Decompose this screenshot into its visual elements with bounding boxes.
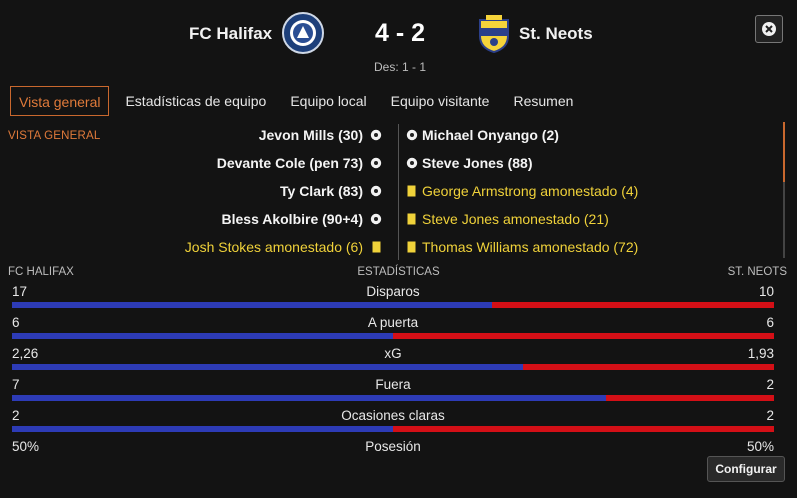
stats-away-label: ST. NEOTS: [727, 266, 787, 278]
stat-bar: [12, 426, 774, 432]
stat-label: Disparos: [366, 284, 420, 299]
stat-bar: [12, 364, 774, 370]
stat-label: A puerta: [367, 315, 419, 330]
stat-away-value: 2: [766, 408, 774, 423]
yellow-card-icon: [372, 241, 381, 253]
ball-icon: [370, 129, 382, 141]
stat-away-value: 2: [766, 377, 774, 392]
yellow-card-icon: [407, 185, 416, 197]
tab-team-stats[interactable]: Estadísticas de equipo: [117, 86, 274, 116]
away-event-goal: Steve Jones (88): [422, 155, 533, 171]
away-team-badge-icon: [476, 14, 512, 59]
stat-bar: [12, 302, 774, 308]
stat-bar-away: [393, 333, 774, 339]
ball-icon: [406, 157, 418, 169]
home-event-goal: Jevon Mills (30): [258, 127, 363, 143]
halftime-score: Des: 1 - 1: [373, 60, 427, 74]
close-icon: [762, 22, 776, 36]
stats-title: ESTADÍSTICAS: [357, 266, 440, 278]
away-team-name[interactable]: St. Neots: [519, 24, 593, 44]
yellow-card-icon: [407, 241, 416, 253]
yellow-card-icon: [407, 213, 416, 225]
ball-icon: [370, 157, 382, 169]
stat-row-xg: 2,26 xG 1,93: [12, 346, 774, 374]
stat-label: Fuera: [375, 377, 411, 392]
stat-row-off-target: 7 Fuera 2: [12, 377, 774, 405]
stat-bar-home: [12, 364, 523, 370]
configure-button[interactable]: Configurar: [707, 456, 785, 482]
away-event-goal: Michael Onyango (2): [422, 127, 559, 143]
close-button[interactable]: [755, 15, 783, 43]
stat-label: xG: [384, 346, 402, 361]
stat-row-shots: 17 Disparos 10: [12, 284, 774, 312]
stat-bar-away: [393, 426, 774, 432]
ball-icon: [370, 185, 382, 197]
ball-icon: [370, 213, 382, 225]
stat-bar-away: [523, 364, 774, 370]
stat-away-value: 1,93: [747, 346, 774, 361]
tab-overview[interactable]: Vista general: [10, 86, 110, 116]
stat-away-value: 10: [758, 284, 774, 299]
away-event-card: George Armstrong amonestado (4): [422, 183, 639, 199]
home-team-badge-icon: [282, 12, 324, 59]
stat-away-value: 50%: [746, 439, 774, 454]
match-score: 4 - 2: [374, 19, 426, 47]
section-title: VISTA GENERAL: [8, 130, 101, 142]
home-event-goal: Ty Clark (83): [280, 183, 363, 199]
home-event-goal: Devante Cole (pen 73): [216, 155, 363, 171]
stat-bar-home: [12, 333, 393, 339]
stat-label: Posesión: [365, 439, 421, 454]
tab-home-team[interactable]: Equipo local: [282, 86, 374, 116]
ball-icon: [406, 129, 418, 141]
stat-bar-away: [606, 395, 774, 401]
home-event-goal: Bless Akolbire (90+4): [221, 211, 364, 227]
away-event-card: Steve Jones amonestado (21): [422, 211, 609, 227]
stat-away-value: 6: [766, 315, 774, 330]
events-scrollbar-thumb[interactable]: [783, 122, 785, 182]
tab-bar: Vista general Estadísticas de equipo Equ…: [10, 86, 589, 116]
stat-bar-home: [12, 395, 606, 401]
stat-bar: [12, 395, 774, 401]
events-divider: [398, 124, 399, 260]
tab-away-team[interactable]: Equipo visitante: [383, 86, 498, 116]
home-team-name[interactable]: FC Halifax: [189, 24, 272, 44]
stat-row-possession: 50% Posesión 50%: [12, 439, 774, 467]
stat-bar-home: [12, 302, 492, 308]
stat-label: Ocasiones claras: [341, 408, 445, 423]
stat-bar-away: [492, 302, 774, 308]
stat-bar-home: [12, 426, 393, 432]
stat-row-on-target: 6 A puerta 6: [12, 315, 774, 343]
stat-bar: [12, 333, 774, 339]
tab-summary[interactable]: Resumen: [505, 86, 581, 116]
away-event-card: Thomas Williams amonestado (72): [422, 239, 639, 255]
stat-row-clear-chances: 2 Ocasiones claras 2: [12, 408, 774, 436]
home-event-card: Josh Stokes amonestado (6): [184, 239, 363, 255]
